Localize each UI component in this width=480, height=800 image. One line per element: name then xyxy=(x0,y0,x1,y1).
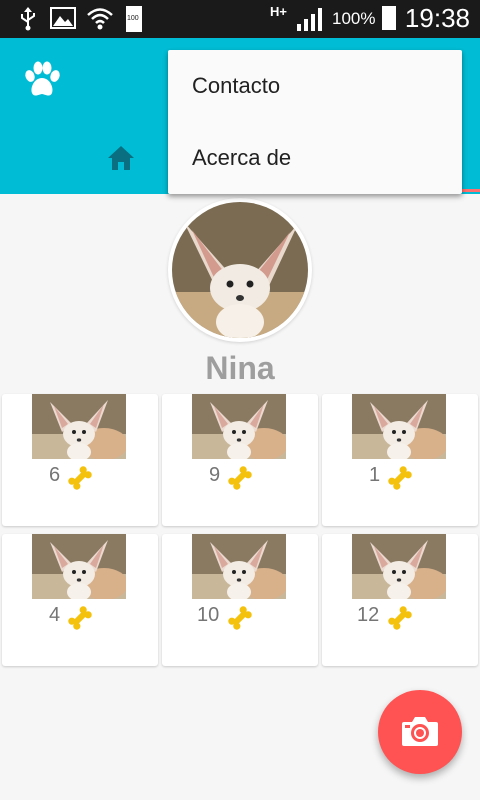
battery-icon xyxy=(382,6,396,30)
bone-icon[interactable] xyxy=(226,464,254,492)
photo-card[interactable]: 9 xyxy=(162,394,318,526)
clock: 19:38 xyxy=(404,3,470,33)
battery-percent: 100% xyxy=(332,9,376,28)
photo-card[interactable]: 4 xyxy=(2,534,158,666)
like-count: 4 xyxy=(49,604,61,626)
overflow-menu: Contacto Acerca de xyxy=(168,50,462,194)
camera-icon xyxy=(402,717,438,746)
signal-icon xyxy=(297,8,322,31)
usb-icon xyxy=(21,7,35,31)
like-count: 6 xyxy=(49,464,61,486)
wifi-icon xyxy=(87,8,113,30)
battery-small-icon: 100 xyxy=(126,6,142,32)
photo-card[interactable]: 6 xyxy=(2,394,158,526)
pet-name: Nina xyxy=(205,350,275,386)
photo-card[interactable]: 12 xyxy=(322,534,478,666)
paw-icon[interactable] xyxy=(22,60,62,100)
photo-card[interactable]: 10 xyxy=(162,534,318,666)
like-count: 10 xyxy=(197,604,220,626)
battery-small-text: 100 xyxy=(127,15,139,22)
bone-icon[interactable] xyxy=(66,464,94,492)
bone-icon[interactable] xyxy=(226,604,254,632)
network-type: H+ xyxy=(270,4,287,19)
camera-button[interactable] xyxy=(378,690,462,774)
photo-card[interactable]: 1 xyxy=(322,394,478,526)
photo-thumbnail xyxy=(32,534,126,599)
avatar[interactable] xyxy=(168,198,312,342)
menu-item-acerca-de[interactable]: Acerca de xyxy=(168,122,462,194)
menu-item-contacto[interactable]: Contacto xyxy=(168,50,462,122)
photo-thumbnail xyxy=(192,394,286,459)
like-count: 9 xyxy=(209,464,221,486)
bone-icon[interactable] xyxy=(66,604,94,632)
photo-thumbnail xyxy=(32,394,126,459)
like-count: 1 xyxy=(369,464,381,486)
status-bar: 100 H+ 100% 19:38 xyxy=(0,0,480,38)
tab-indicator xyxy=(462,189,480,192)
avatar-image xyxy=(172,202,308,338)
home-icon[interactable] xyxy=(106,144,136,172)
bone-icon[interactable] xyxy=(386,464,414,492)
image-icon xyxy=(50,7,76,29)
photo-thumbnail xyxy=(352,394,446,459)
photo-thumbnail xyxy=(352,534,446,599)
like-count: 12 xyxy=(357,604,380,626)
photo-thumbnail xyxy=(192,534,286,599)
bone-icon[interactable] xyxy=(386,604,414,632)
